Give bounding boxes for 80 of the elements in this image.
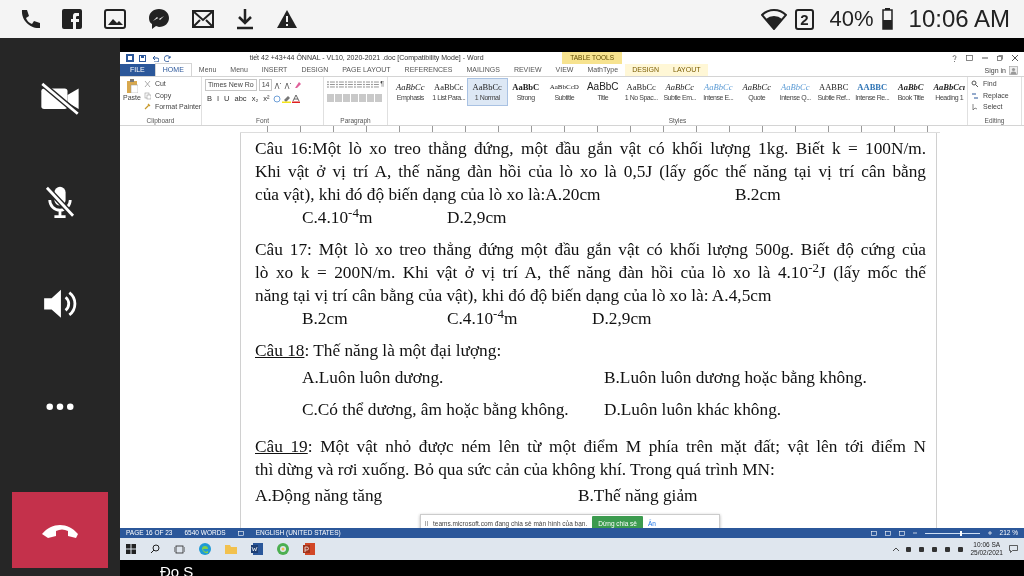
highlight-icon[interactable]	[281, 95, 291, 103]
replace-icon	[971, 91, 979, 100]
phone-icon	[40, 522, 80, 539]
mail-icon	[192, 10, 214, 28]
image-icon	[104, 9, 126, 29]
bullets-icon[interactable]	[327, 80, 335, 88]
zoom-out-icon[interactable]	[912, 531, 917, 535]
answer-option: B.2cm	[735, 185, 781, 204]
question-text: Câu 19: Một vật nhỏ được ném lên từ một điểm M phía trên mặt đất; vật lên tới điểm N	[255, 436, 926, 458]
binoculars-icon	[971, 80, 979, 89]
question-text: Câu 17: Một lò xo treo thẳng đứng một đầu gắn vật có khối lượng 500g. Biết độ cứng của	[255, 239, 926, 261]
question-text: Khi vật ở vị trí A, thế năng đàn hồi của lò xo là 0,5J (lấy gốc thế năng tại vị trí cân bằng	[255, 161, 926, 183]
cursor-icon	[971, 103, 979, 112]
answer-option: A.Luôn luôn dương.	[302, 368, 444, 387]
word-app-icon[interactable]	[251, 543, 263, 555]
answer-option: C.4.10$^{-4}$m	[447, 309, 518, 328]
sim-badge: 2	[795, 8, 814, 30]
sort-icon[interactable]	[371, 80, 380, 88]
brush-icon	[143, 103, 151, 112]
windows-start-icon[interactable]	[126, 544, 136, 554]
font-color-icon[interactable]	[291, 95, 300, 103]
save-icon[interactable]	[139, 54, 146, 62]
wifi-icon	[761, 8, 788, 30]
minimize-icon[interactable]	[982, 55, 988, 61]
word-logo-icon[interactable]	[126, 54, 134, 62]
search-icon[interactable]	[150, 544, 160, 554]
print-layout-icon[interactable]	[884, 530, 891, 536]
copy-icon	[143, 91, 151, 100]
battery-percent: 40%	[829, 6, 874, 32]
close-icon[interactable]	[1012, 55, 1018, 61]
question-text: thì dừng và rơi xuống. Bỏ qua sức cản của không khí. Trong quá trình MN:	[255, 459, 776, 481]
warning-icon	[276, 9, 298, 29]
read-mode-icon[interactable]	[870, 530, 877, 536]
answer-option: B.Thế năng giảm	[578, 486, 698, 505]
chevron-up-icon[interactable]	[893, 547, 900, 551]
restore-icon[interactable]	[997, 55, 1003, 61]
f-logo-icon	[62, 8, 82, 30]
undo-icon[interactable]	[151, 54, 159, 62]
question-text: Câu 18: Thế năng là một đại lượng:	[255, 340, 503, 362]
battery-icon	[881, 8, 893, 30]
question-text: của vật), khi đó độ biến dạng của lò xo là:A.20cm	[255, 185, 601, 204]
multilevel-list-icon[interactable]	[344, 80, 353, 88]
answer-option: C.4.10$^{-4}$m	[302, 208, 373, 227]
answer-option: A.Động năng tăng	[255, 486, 383, 505]
camera-icon[interactable]	[38, 82, 82, 116]
decrease-indent-icon[interactable]	[353, 80, 362, 88]
answer-option: D.Luôn luôn khác không.	[604, 400, 782, 419]
chat-bubble-icon	[148, 8, 170, 30]
hang-up-button[interactable]	[12, 492, 108, 568]
answer-option: B.2cm	[302, 309, 348, 328]
grow-font-icon[interactable]	[274, 81, 283, 89]
text-effects-icon[interactable]	[272, 95, 281, 103]
question-text: lò xo k = 200N/m. Khi vật ở vị trí A, thế năng đàn hồi của lò xo là 4.10$^{-2}$J (lấy mốc thế	[255, 261, 926, 284]
question-text: năng tại vị trí cân bằng của vật), khi đó độ biến dạng của lò xo là: A.4,5cm	[255, 285, 773, 307]
answer-option: B.Luôn luôn dương hoặc bằng không.	[604, 368, 867, 387]
clipboard-icon	[125, 79, 138, 93]
presentation-app-icon[interactable]	[303, 543, 315, 555]
zoom-in-icon[interactable]	[987, 531, 992, 535]
scissors-icon	[143, 80, 151, 89]
answer-option: C.Có thể dương, âm hoặc bằng không.	[302, 400, 569, 419]
notification-icon[interactable]	[1009, 545, 1018, 553]
answer-option: D.2,9cm	[592, 309, 652, 328]
shrink-font-icon[interactable]	[284, 81, 293, 89]
clock-time: 10:06 AM	[908, 5, 1010, 33]
increase-indent-icon[interactable]	[362, 80, 371, 88]
help-icon[interactable]	[952, 54, 957, 62]
pause-icon	[425, 521, 428, 526]
user-avatar-icon[interactable]	[1009, 66, 1018, 76]
download-icon	[236, 8, 254, 30]
answer-option: D.2,9cm	[447, 208, 507, 227]
browser-icon[interactable]	[199, 543, 211, 555]
clear-format-icon[interactable]	[294, 81, 303, 89]
question-text: Câu 16:Một lò xo treo thẳng đứng, một đầu gắn vật có khối lượng 1kg. Biết k = 100N/m.	[255, 138, 926, 160]
task-view-icon[interactable]	[174, 544, 185, 554]
redo-icon[interactable]	[164, 54, 171, 62]
numbering-icon[interactable]	[335, 80, 344, 88]
proofing-icon[interactable]	[237, 530, 244, 536]
web-layout-icon[interactable]	[898, 530, 905, 536]
ribbon-options-icon[interactable]	[966, 55, 973, 61]
app-icon[interactable]	[277, 543, 289, 555]
